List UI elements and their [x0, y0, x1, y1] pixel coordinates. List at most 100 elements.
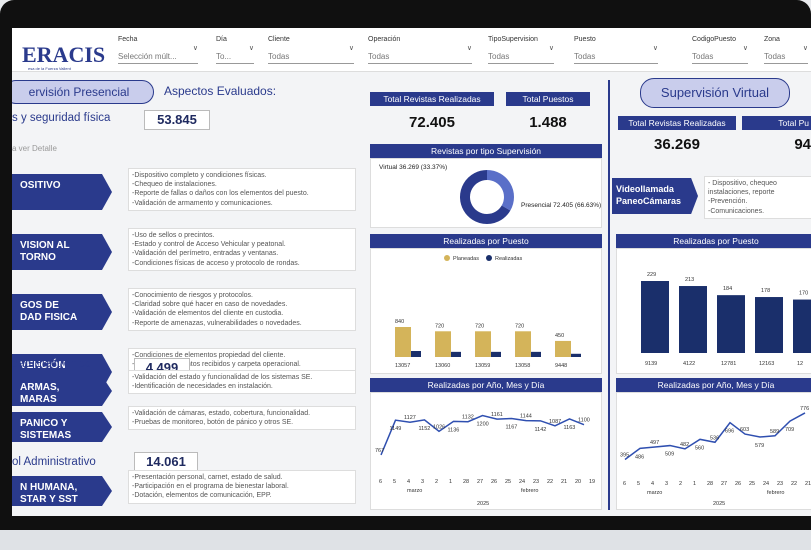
filter-value[interactable]: Todas ∨	[268, 45, 354, 64]
section-divider	[608, 80, 610, 510]
kpi-virtual-puestos-label: Total Pu	[742, 116, 811, 130]
filter-3[interactable]: Operación Todas ∨	[368, 36, 472, 64]
presencial-title[interactable]: ervisión Presencial	[12, 80, 154, 104]
filter-value[interactable]: Todas ∨	[764, 45, 808, 64]
year-label: 2025	[713, 501, 725, 507]
dashboard-screen: ERACIS esa de la Fuerza Vallent Fecha Sel…	[12, 28, 811, 516]
line-point-label: 560	[695, 445, 704, 451]
filter-value[interactable]: Todas ∨	[488, 45, 554, 64]
chevron-down-icon[interactable]: ∨	[193, 44, 198, 52]
chevron-down-icon[interactable]: ∨	[653, 44, 658, 52]
desc-line: -Reporte de amenazas, vulnerabilidades o…	[132, 319, 302, 327]
x-tick: 4	[407, 479, 410, 485]
line-point-label: 1100	[578, 418, 590, 424]
donut-title: Revistas por tipo Supervisión	[370, 144, 602, 158]
bar-realizadas[interactable]	[491, 351, 501, 357]
filter-4[interactable]: TipoSupervision Todas ∨	[488, 36, 554, 64]
bar-planeadas[interactable]	[555, 340, 571, 357]
x-tick: 1	[449, 479, 452, 485]
bar-realizadas[interactable]	[451, 351, 461, 357]
chevron-down-icon[interactable]: ∨	[803, 44, 808, 52]
filter-value[interactable]: Todas ∨	[368, 45, 472, 64]
bar-planeadas[interactable]	[515, 331, 531, 357]
donut-label-presencial: Presencial 72.405 (66.63%)	[521, 202, 601, 209]
month-label: marzo	[407, 488, 422, 494]
desc-line: -Pruebas de monitoreo, botón de pánico y…	[132, 419, 294, 427]
x-tick: 1	[693, 481, 696, 487]
bar-label: 170	[799, 291, 808, 297]
videollamada-button[interactable]: Videollamada PaneoCámaras	[612, 178, 698, 214]
filter-label: Día	[216, 36, 227, 43]
month-label: febrero	[767, 490, 784, 496]
filter-1[interactable]: Día To... ∨	[216, 36, 254, 64]
filter-7[interactable]: Zona Todas ∨	[764, 36, 808, 64]
x-tick: 23	[777, 481, 783, 487]
chevron-down-icon[interactable]: ∨	[467, 44, 472, 52]
desc-line: -Validación del estado y funcionalidad d…	[132, 374, 313, 381]
x-tick: 5	[637, 481, 640, 487]
filter-2[interactable]: Cliente Todas ∨	[268, 36, 354, 64]
bar-planeadas[interactable]	[395, 327, 411, 357]
bar-category: 13059	[475, 363, 490, 369]
ver-detalle-link[interactable]: a ver Detalle	[12, 144, 57, 153]
fisica-count: 53.845	[144, 110, 210, 130]
virtual-title[interactable]: Supervisión Virtual	[640, 78, 790, 108]
chevron-down-icon[interactable]: ∨	[249, 44, 254, 52]
bar-realizadas[interactable]	[411, 351, 421, 357]
bar-planeadas[interactable]	[435, 331, 451, 357]
bar-puesto[interactable]	[793, 299, 811, 353]
desc-line: -Dispositivo completo y condiciones físi…	[132, 172, 267, 179]
bar-label: 178	[761, 288, 770, 294]
aspect-button[interactable]: GOS DE DAD FISICA	[12, 294, 112, 330]
bar-label: 213	[685, 277, 694, 283]
x-tick: 21	[805, 481, 811, 487]
desc-line: -Chequeo de instalaciones.	[132, 181, 217, 189]
legend-realizadas-dot	[486, 255, 492, 261]
aspect-button[interactable]: OSITIVO	[12, 174, 112, 210]
bar-puesto[interactable]	[679, 286, 707, 353]
x-tick: 26	[491, 479, 497, 485]
aspect-button[interactable]: N HUMANA, STAR Y SST	[12, 476, 112, 506]
line-point-label: 536	[710, 435, 719, 441]
donut-slice-virtual[interactable]	[486, 170, 514, 211]
x-tick: 2	[679, 481, 682, 487]
chevron-down-icon[interactable]: ∨	[743, 44, 748, 52]
chevron-down-icon[interactable]: ∨	[349, 44, 354, 52]
bar-title-right: Realizadas por Puesto	[616, 234, 811, 248]
filter-5[interactable]: Puesto Todas ∨	[574, 36, 658, 64]
filter-value[interactable]: Selección múlt... ∨	[118, 45, 198, 64]
x-tick: 6	[379, 479, 382, 485]
filter-6[interactable]: CodigoPuesto Todas ∨	[692, 36, 748, 64]
bar-category: 13060	[435, 363, 450, 369]
filter-value[interactable]: Todas ∨	[692, 45, 748, 64]
bar-puesto[interactable]	[755, 297, 783, 353]
desc-line: -Reporte de fallas o daños con los eleme…	[132, 190, 309, 198]
line-point-label: 1142	[535, 427, 547, 433]
desc-line: -Validación de cámaras, estado, cobertur…	[132, 410, 311, 417]
filter-0[interactable]: Fecha Selección múlt... ∨	[118, 36, 198, 64]
legend-planeadas-dot	[444, 255, 450, 261]
bar-label: 720	[475, 323, 484, 329]
x-tick: 2	[435, 479, 438, 485]
bar-realizadas[interactable]	[571, 353, 581, 357]
bar-puesto[interactable]	[641, 281, 669, 353]
bar-planeadas[interactable]	[475, 331, 491, 357]
line-point-label: 1167	[506, 425, 518, 431]
bar-realizadas[interactable]	[531, 351, 541, 357]
company-tagline: esa de la Fuerza Vallent	[28, 66, 71, 71]
bar-puesto[interactable]	[717, 295, 745, 353]
bar-panel-right: 229 9139 213 4122 184 12781 178 12163 170 12	[616, 248, 811, 374]
desc-line: instalaciones, reporte	[708, 189, 775, 197]
desc-line: -Validación de elementos del cliente en …	[132, 310, 284, 318]
aspect-button[interactable]: ARMAS, MARAS	[12, 376, 112, 406]
aspect-button[interactable]: VISION AL TORNO	[12, 234, 112, 270]
x-tick: 25	[749, 481, 755, 487]
line-title-mid: Realizadas por Año, Mes y Día	[370, 378, 602, 392]
bar-label: 229	[647, 272, 656, 278]
x-tick: 27	[477, 479, 483, 485]
aspect-button[interactable]: PANICO Y SISTEMAS	[12, 412, 112, 442]
line-point-label: 1152	[419, 426, 431, 432]
chevron-down-icon[interactable]: ∨	[549, 44, 554, 52]
filter-value[interactable]: Todas ∨	[574, 45, 658, 64]
filter-value[interactable]: To... ∨	[216, 45, 254, 64]
